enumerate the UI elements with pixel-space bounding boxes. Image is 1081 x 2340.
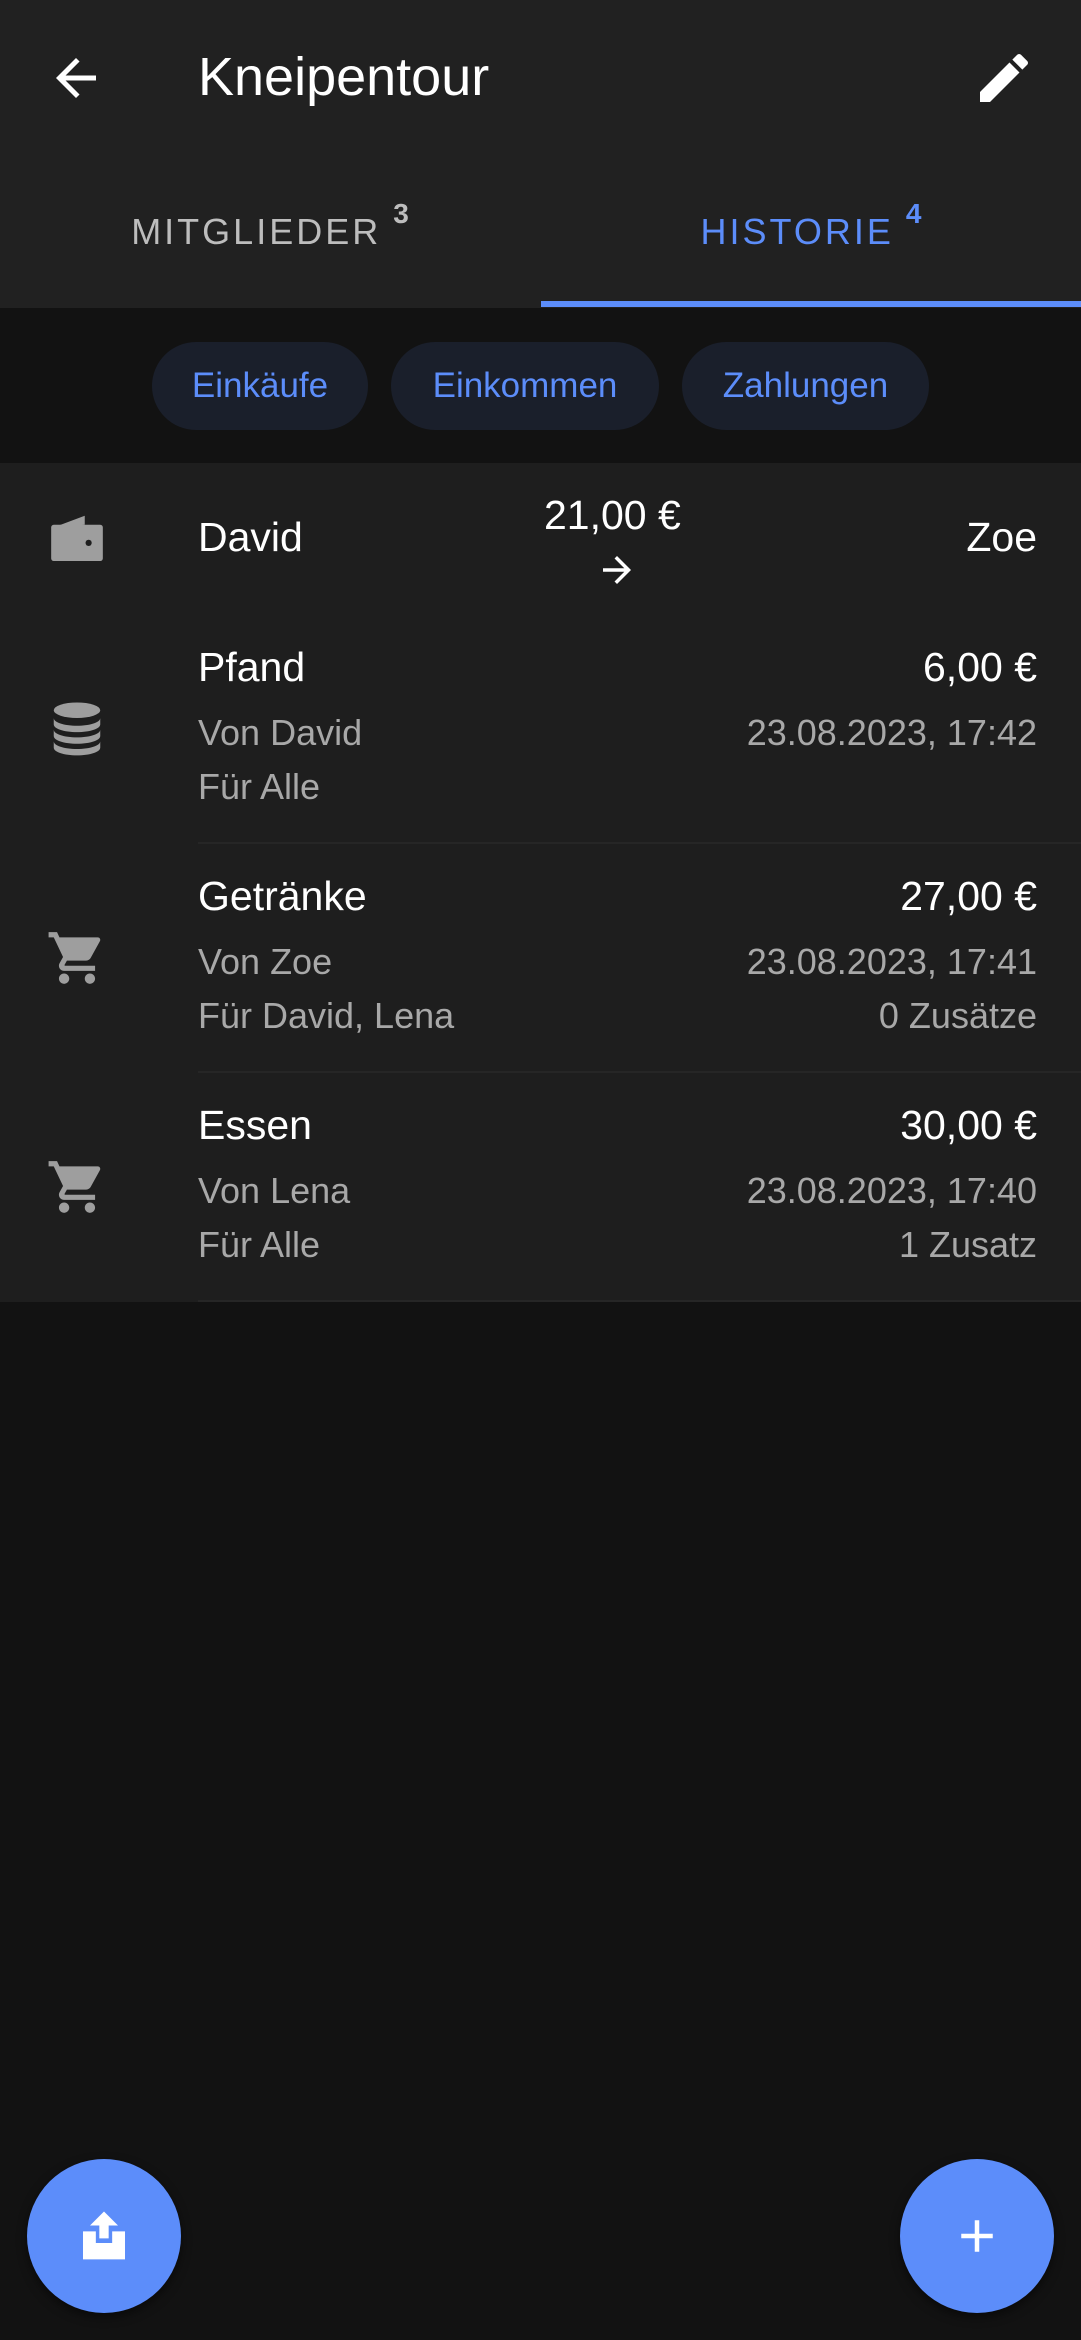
plus-icon	[961, 2220, 993, 2252]
payment-to: Zoe	[966, 514, 1037, 560]
item-title: Pfand	[198, 644, 306, 690]
filter-chip-purchases[interactable]: Einkäufe	[152, 342, 368, 430]
tab-members-label: MITGLIEDER	[131, 210, 382, 252]
item-date: 23.08.2023, 17:40	[746, 1170, 1037, 1211]
tab-bar: MITGLIEDER 3 HISTORIE 4	[0, 155, 1081, 308]
page-title: Kneipentour	[198, 47, 490, 107]
cart-icon	[48, 1161, 101, 1213]
tab-members[interactable]: MITGLIEDER 3	[0, 155, 540, 308]
payment-amount: 21,00 €	[544, 492, 681, 538]
item-title: Essen	[198, 1102, 312, 1148]
item-amount: 30,00 €	[900, 1102, 1037, 1148]
tab-history[interactable]: HISTORIE 4	[541, 155, 1081, 308]
divider	[198, 1300, 1081, 1302]
share-button[interactable]	[27, 2159, 181, 2313]
add-button[interactable]	[900, 2159, 1054, 2313]
arrow-right-icon	[603, 556, 631, 584]
tab-history-count: 4	[905, 197, 922, 229]
item-extras: 1 Zusatz	[898, 1224, 1037, 1265]
tab-indicator	[541, 301, 1081, 307]
list-item[interactable]: Pfand 6,00 € Von David 23.08.2023, 17:42…	[0, 615, 1081, 844]
payment-row[interactable]: David 21,00 € Zoe	[0, 463, 1081, 615]
item-paid-by: Von Zoe	[198, 941, 333, 982]
cart-icon	[48, 932, 101, 984]
coins-stack-icon	[53, 702, 101, 756]
share-upload-icon	[83, 2211, 125, 2260]
item-date: 23.08.2023, 17:42	[746, 712, 1037, 753]
item-paid-for: Für David, Lena	[198, 995, 455, 1036]
arrow-back-icon[interactable]	[46, 48, 106, 108]
list-item[interactable]: Essen 30,00 € Von Lena 23.08.2023, 17:40…	[0, 1073, 1081, 1302]
pencil-icon[interactable]	[972, 46, 1036, 110]
filter-chip-income[interactable]: Einkommen	[391, 342, 659, 430]
item-paid-by: Von Lena	[198, 1170, 351, 1211]
item-paid-by: Von David	[198, 712, 363, 753]
item-paid-for: Für Alle	[198, 766, 321, 807]
item-title: Getränke	[198, 873, 367, 919]
payment-from: David	[198, 514, 303, 560]
item-extras: 0 Zusätze	[878, 995, 1037, 1036]
filter-bar: Einkäufe Einkommen Zahlungen	[0, 308, 1081, 463]
filter-chip-payments[interactable]: Zahlungen	[682, 342, 929, 430]
app-bar: Kneipentour	[0, 0, 1081, 155]
item-amount: 6,00 €	[923, 644, 1037, 690]
item-amount: 27,00 €	[900, 873, 1037, 919]
tab-members-count: 3	[393, 197, 409, 229]
item-paid-for: Für Alle	[198, 1224, 321, 1265]
wallet-icon	[51, 515, 103, 561]
item-date: 23.08.2023, 17:41	[746, 941, 1037, 982]
list-item[interactable]: Getränke 27,00 € Von Zoe 23.08.2023, 17:…	[0, 844, 1081, 1073]
tab-history-label: HISTORIE	[700, 210, 894, 252]
